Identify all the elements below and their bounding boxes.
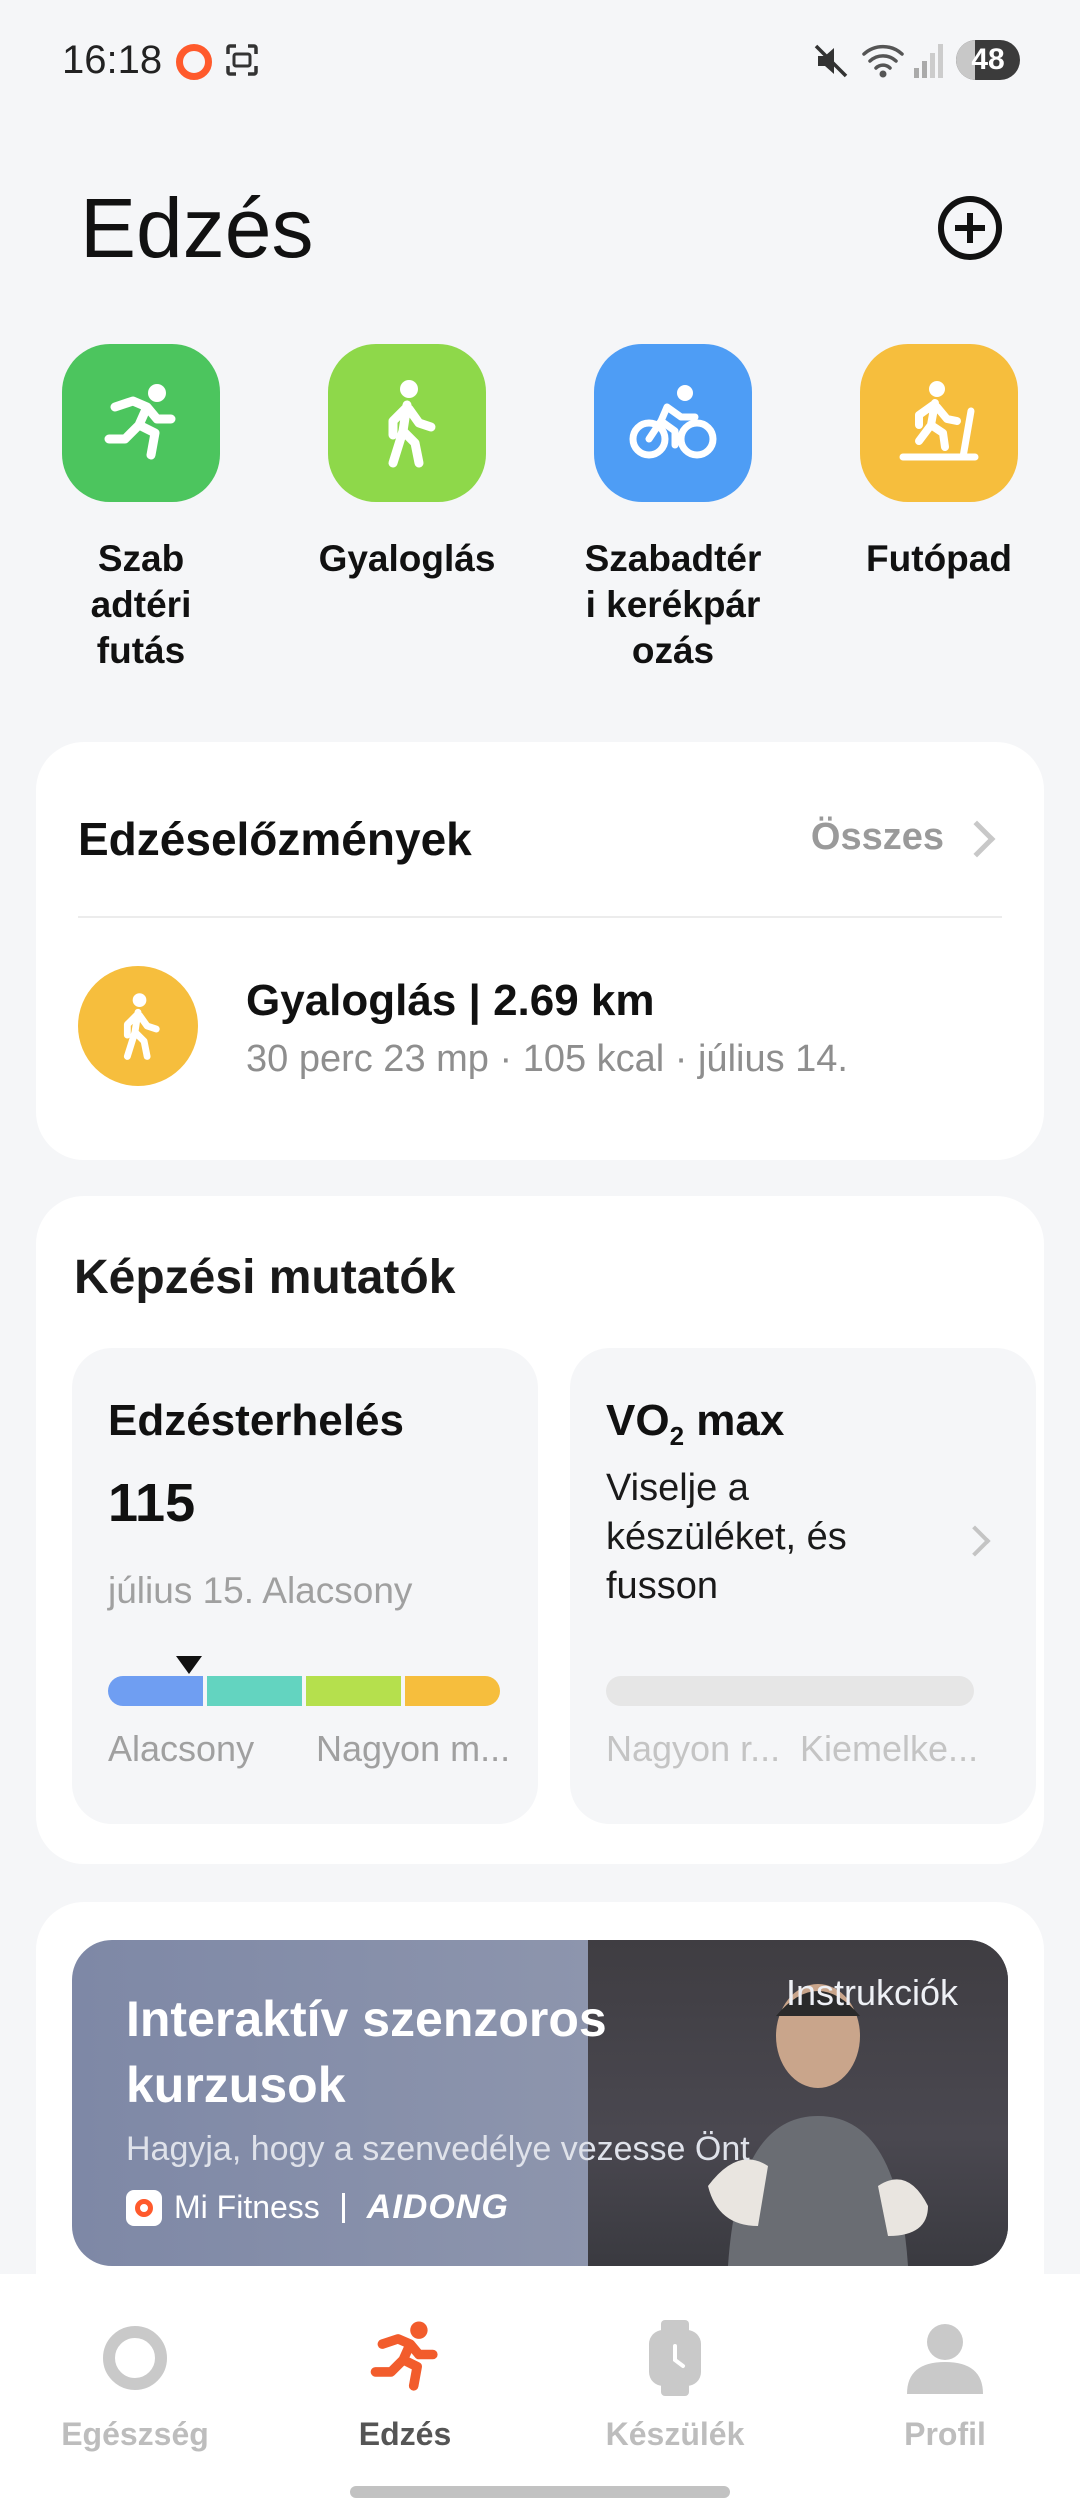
status-bar: 16:18 48 xyxy=(0,0,1080,120)
load-marker-icon xyxy=(176,1656,202,1674)
training-load-date-status: július 15. Alacsony xyxy=(108,1570,413,1611)
workout-type-label: Szab adtéri futás xyxy=(90,538,192,671)
workout-type-outdoor-running[interactable]: Szab adtéri futás xyxy=(36,344,246,674)
watch-icon xyxy=(635,2318,715,2398)
nav-label: Egészség xyxy=(61,2416,209,2452)
partner-logo: AIDONG xyxy=(366,2188,509,2226)
courses-card: Interaktív szenzoros kurzusok Hagyja, ho… xyxy=(36,1902,1044,2322)
training-load-title: Edzésterhelés xyxy=(108,1396,404,1445)
vo2max-message: Viselje a készüléket, és fusson xyxy=(606,1467,847,1607)
banner-title: Interaktív szenzoros kurzusok xyxy=(126,1991,607,2113)
status-time: 16:18 xyxy=(62,38,163,82)
nav-label: Profil xyxy=(904,2416,986,2452)
vo2max-title: VO2 max xyxy=(606,1396,785,1451)
running-icon xyxy=(365,2318,445,2398)
training-metrics-card: Képzési mutatók Edzésterhelés 115 július… xyxy=(36,1196,1044,1864)
vo2max-scale-bar xyxy=(606,1676,974,1706)
scale-high-label: Nagyon m... xyxy=(316,1728,511,1769)
home-indicator[interactable] xyxy=(350,2486,730,2498)
scale-low-label: Nagyon r... xyxy=(606,1728,781,1769)
running-icon xyxy=(62,344,220,502)
screen-record-icon xyxy=(176,44,212,80)
mi-fitness-logo-icon xyxy=(126,2189,162,2226)
scale-low-label: Alacsony xyxy=(108,1728,255,1769)
history-item-detail: 30 perc 23 mp · 105 kcal · július 14. xyxy=(246,1038,848,1080)
nav-item-workout[interactable]: Edzés xyxy=(270,2318,540,2453)
banner-subtitle: Hagyja, hogy a szenvedélye vezesse Önt xyxy=(126,2130,750,2168)
cycling-icon xyxy=(594,344,752,502)
training-load-value: 115 xyxy=(108,1473,196,1533)
nav-item-device[interactable]: Készülék xyxy=(540,2318,810,2453)
walking-icon xyxy=(328,344,486,502)
profile-icon xyxy=(905,2318,985,2398)
signal-icon xyxy=(914,44,943,78)
history-item[interactable]: Gyaloglás | 2.69 km 30 perc 23 mp · 105 … xyxy=(78,966,1002,1090)
brand-name: Mi Fitness xyxy=(174,2189,320,2225)
walking-icon xyxy=(78,966,198,1086)
history-all-link[interactable]: Összes xyxy=(811,816,944,859)
instructions-link[interactable]: Instrukciók xyxy=(786,1972,958,2014)
bottom-nav: Egészség Edzés Készülék Profil xyxy=(0,2274,1080,2520)
mute-icon xyxy=(814,44,848,78)
wifi-icon xyxy=(862,44,904,78)
health-ring-icon xyxy=(95,2318,175,2398)
scale-high-label: Kiemelke... xyxy=(800,1728,979,1769)
nav-item-health[interactable]: Egészség xyxy=(0,2318,270,2453)
chevron-right-icon[interactable] xyxy=(958,820,996,858)
nav-label: Készülék xyxy=(605,2416,745,2452)
history-item-name: Gyaloglás | 2.69 km xyxy=(246,976,655,1025)
chevron-right-icon xyxy=(959,1525,991,1557)
divider xyxy=(341,2192,345,2223)
training-load-scale-bar xyxy=(108,1676,500,1706)
treadmill-icon xyxy=(860,344,1018,502)
workout-type-label: Szabadtér i kerékpár ozás xyxy=(584,538,762,671)
workout-type-label: Futópad xyxy=(866,538,1012,579)
banner-brand: Mi Fitness AIDONG xyxy=(126,2188,509,2227)
workout-history-card: Edzéselőzmények Összes Gyaloglás | 2.69 … xyxy=(36,742,1044,1160)
battery-level: 48 xyxy=(971,43,1005,76)
nav-label: Edzés xyxy=(358,2416,452,2452)
battery-indicator: 48 xyxy=(956,40,1020,80)
add-workout-button[interactable] xyxy=(938,196,1002,260)
workout-type-label: Gyaloglás xyxy=(318,538,496,579)
vo2max-tile[interactable]: VO2 max Viselje a készüléket, és fusson … xyxy=(570,1348,1036,1824)
workout-type-walking[interactable]: Gyaloglás xyxy=(302,344,512,582)
page-title: Edzés xyxy=(80,181,314,275)
training-load-tile[interactable]: Edzésterhelés 115 július 15. Alacsony Al… xyxy=(72,1348,538,1824)
workout-type-outdoor-cycling[interactable]: Szabadtér i kerékpár ozás xyxy=(568,344,778,674)
metrics-title: Képzési mutatók xyxy=(74,1251,456,1304)
interactive-courses-banner[interactable]: Interaktív szenzoros kurzusok Hagyja, ho… xyxy=(72,1940,1008,2266)
divider xyxy=(78,916,1002,918)
nav-item-profile[interactable]: Profil xyxy=(810,2318,1080,2453)
history-title: Edzéselőzmények xyxy=(78,813,472,865)
workout-type-treadmill[interactable]: Futópad xyxy=(834,344,1044,582)
screenshot-icon xyxy=(226,44,258,76)
